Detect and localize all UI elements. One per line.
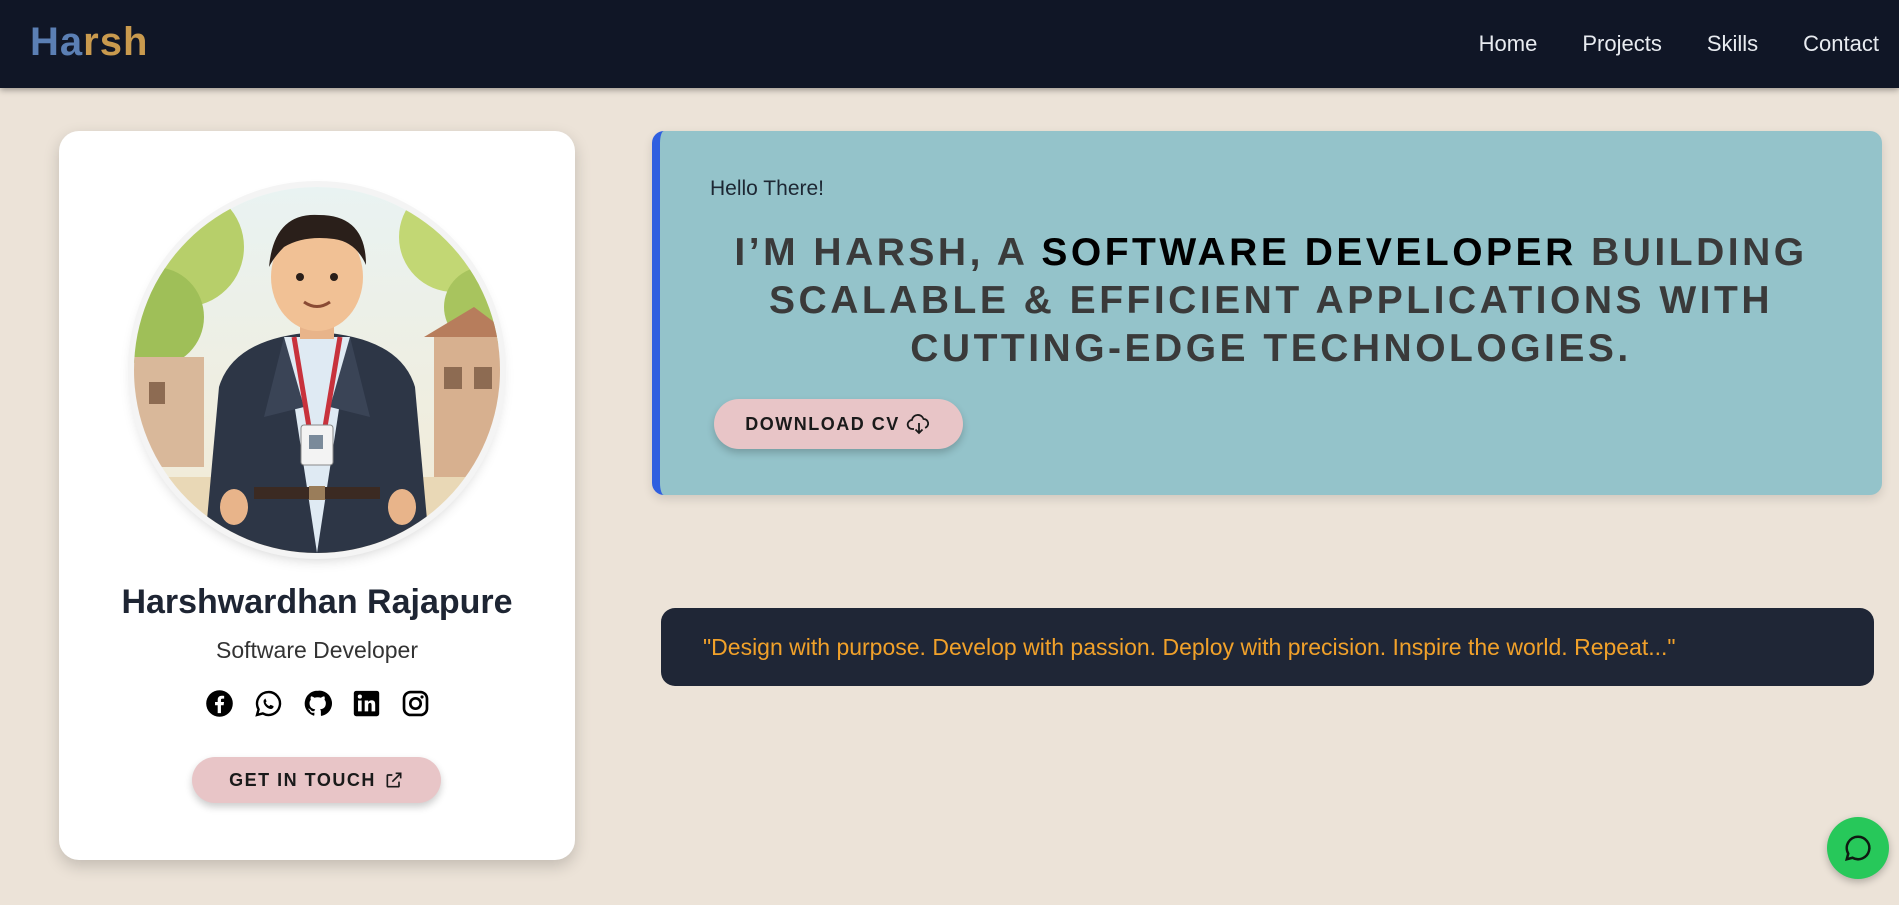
chat-bubble-icon [1844, 835, 1871, 862]
get-in-touch-label: GET IN TOUCH [229, 769, 376, 790]
cloud-download-icon [906, 414, 929, 435]
whatsapp-icon[interactable] [254, 689, 283, 718]
quote-text: "Design with purpose. Develop with passi… [703, 634, 1676, 660]
nav-link-skills[interactable]: Skills [1707, 31, 1758, 57]
profile-card: Harshwardhan Rajapure Software Developer… [59, 131, 575, 860]
get-in-touch-button[interactable]: GET IN TOUCH [192, 757, 441, 803]
linkedin-icon[interactable] [352, 689, 381, 718]
instagram-icon[interactable] [401, 689, 430, 718]
hero-greeting: Hello There! [710, 177, 825, 200]
avatar [134, 187, 500, 553]
nav-link-contact[interactable]: Contact [1803, 31, 1879, 57]
facebook-icon[interactable] [205, 689, 234, 718]
social-links [59, 689, 575, 718]
logo-part-2: rsh [83, 20, 149, 64]
profile-name: Harshwardhan Rajapure [121, 583, 513, 621]
download-cv-button[interactable]: DOWNLOAD CV [714, 399, 963, 449]
quote-box: "Design with purpose. Develop with passi… [661, 608, 1874, 686]
external-link-icon [386, 772, 402, 788]
profile-role: Software Developer [216, 637, 418, 663]
download-cv-label: DOWNLOAD CV [745, 413, 900, 434]
logo-part-1: Ha [30, 20, 84, 64]
hero-headline: I’M HARSH, A SOFTWARE DEVELOPER BUILDING… [700, 229, 1842, 373]
nav-link-projects[interactable]: Projects [1582, 31, 1661, 57]
hero-banner: Hello There! I’M HARSH, A SOFTWARE DEVEL… [652, 131, 1882, 495]
navbar: Harsh Home Projects Skills Contact [0, 0, 1899, 88]
nav-links: Home Projects Skills Contact [1434, 0, 1879, 88]
headline-pre: I’M HARSH, A [734, 231, 1042, 274]
nav-link-home[interactable]: Home [1479, 31, 1538, 57]
chat-button[interactable] [1827, 817, 1889, 879]
headline-highlight: SOFTWARE DEVELOPER [1041, 231, 1577, 274]
site-logo[interactable]: Harsh [30, 18, 148, 66]
github-icon[interactable] [303, 689, 332, 718]
